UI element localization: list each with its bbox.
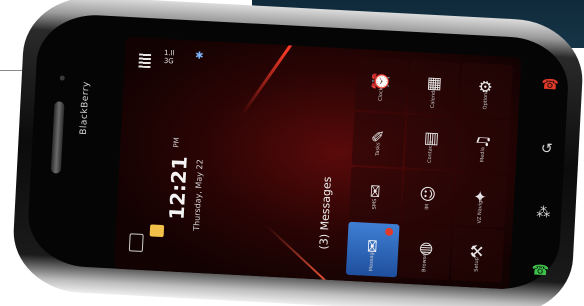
send-call-icon[interactable]: ☎ — [530, 260, 551, 281]
app-tile-media[interactable]: ♫ Media — [456, 117, 511, 173]
clock-date: Thursday, May 22 — [191, 159, 205, 232]
tile-label: IM — [424, 203, 431, 210]
tile-label: Clock — [377, 86, 385, 101]
tasks-icon: ✎ — [368, 128, 388, 143]
signal-icon — [138, 53, 152, 69]
app-tile-options[interactable]: ⚙ Options — [459, 62, 514, 119]
app-tile-sms[interactable]: ✉ SMS — [348, 166, 403, 223]
app-tile-im[interactable]: ☺ IM — [401, 169, 455, 226]
clock-widget: 12:21 PM Thursday, May 22 — [163, 69, 232, 242]
back-icon[interactable]: ↺ — [536, 138, 557, 159]
tile-label: Messages — [368, 246, 376, 271]
hardware-keys: ☎ ↺ ⁂ ☎ — [522, 74, 569, 286]
brand-logo: BlackBerry — [78, 80, 92, 136]
earpiece-speaker — [50, 101, 65, 174]
messages-banner[interactable]: (3) Messages — [313, 99, 351, 250]
tile-label: Tasks — [374, 141, 382, 156]
phone-screen: 12:21 PM Thursday, May 22 1.ll 3G ✱ (3) … — [113, 36, 522, 290]
app-icon-grid: ⏰ Clock ▦ Calendar ⚙ Options ✎ Tasks ▤ C… — [345, 56, 514, 283]
app-tile-messages[interactable]: ✉ Messages — [345, 221, 400, 278]
battery-icon — [128, 233, 144, 253]
product-photo: BlackBerry 12:21 PM Thursday, May 22 1.l… — [0, 0, 584, 306]
tile-label: Calendar — [429, 85, 437, 108]
end-call-icon[interactable]: ☎ — [540, 75, 561, 96]
app-tile-setup[interactable]: ⚒ Setup — [451, 227, 505, 283]
phone-face: BlackBerry 12:21 PM Thursday, May 22 1.l… — [25, 12, 571, 292]
network-indicator: 1.ll 3G — [163, 48, 175, 66]
tile-label: Media — [479, 146, 487, 162]
sms-icon: ✉ — [365, 183, 385, 198]
tile-label: Options — [482, 89, 490, 110]
im-icon: ☺ — [417, 184, 438, 203]
app-tile-browser[interactable]: ◍ Browser — [398, 224, 452, 281]
app-tile-contacts[interactable]: ▤ Contacts — [404, 114, 458, 171]
tile-label: Browser — [421, 250, 429, 272]
tile-label: Contacts — [426, 140, 434, 163]
messages-banner-text: (3) Messages — [317, 176, 334, 250]
blackberry-phone: BlackBerry 12:21 PM Thursday, May 22 1.l… — [10, 0, 584, 306]
app-tile-vz-navigator[interactable]: ✦ VZ Navigat — [453, 172, 508, 228]
clock-time: 12:21 — [164, 155, 192, 221]
tile-label: Setup — [473, 256, 481, 272]
app-tile-tasks[interactable]: ✎ Tasks — [351, 111, 405, 168]
message-notification-icon — [149, 224, 165, 238]
tile-label: VZ Navigat — [476, 195, 484, 224]
tile-label: SMS — [371, 198, 379, 210]
app-tile-clock[interactable]: ⏰ Clock — [354, 56, 408, 113]
front-camera — [59, 75, 65, 81]
bluetooth-icon: ✱ — [194, 50, 204, 62]
app-tile-calendar[interactable]: ▦ Calendar — [407, 59, 461, 116]
clock-ampm: PM — [172, 137, 181, 148]
unread-badge — [384, 227, 394, 237]
menu-icon[interactable]: ⁂ — [533, 202, 554, 223]
